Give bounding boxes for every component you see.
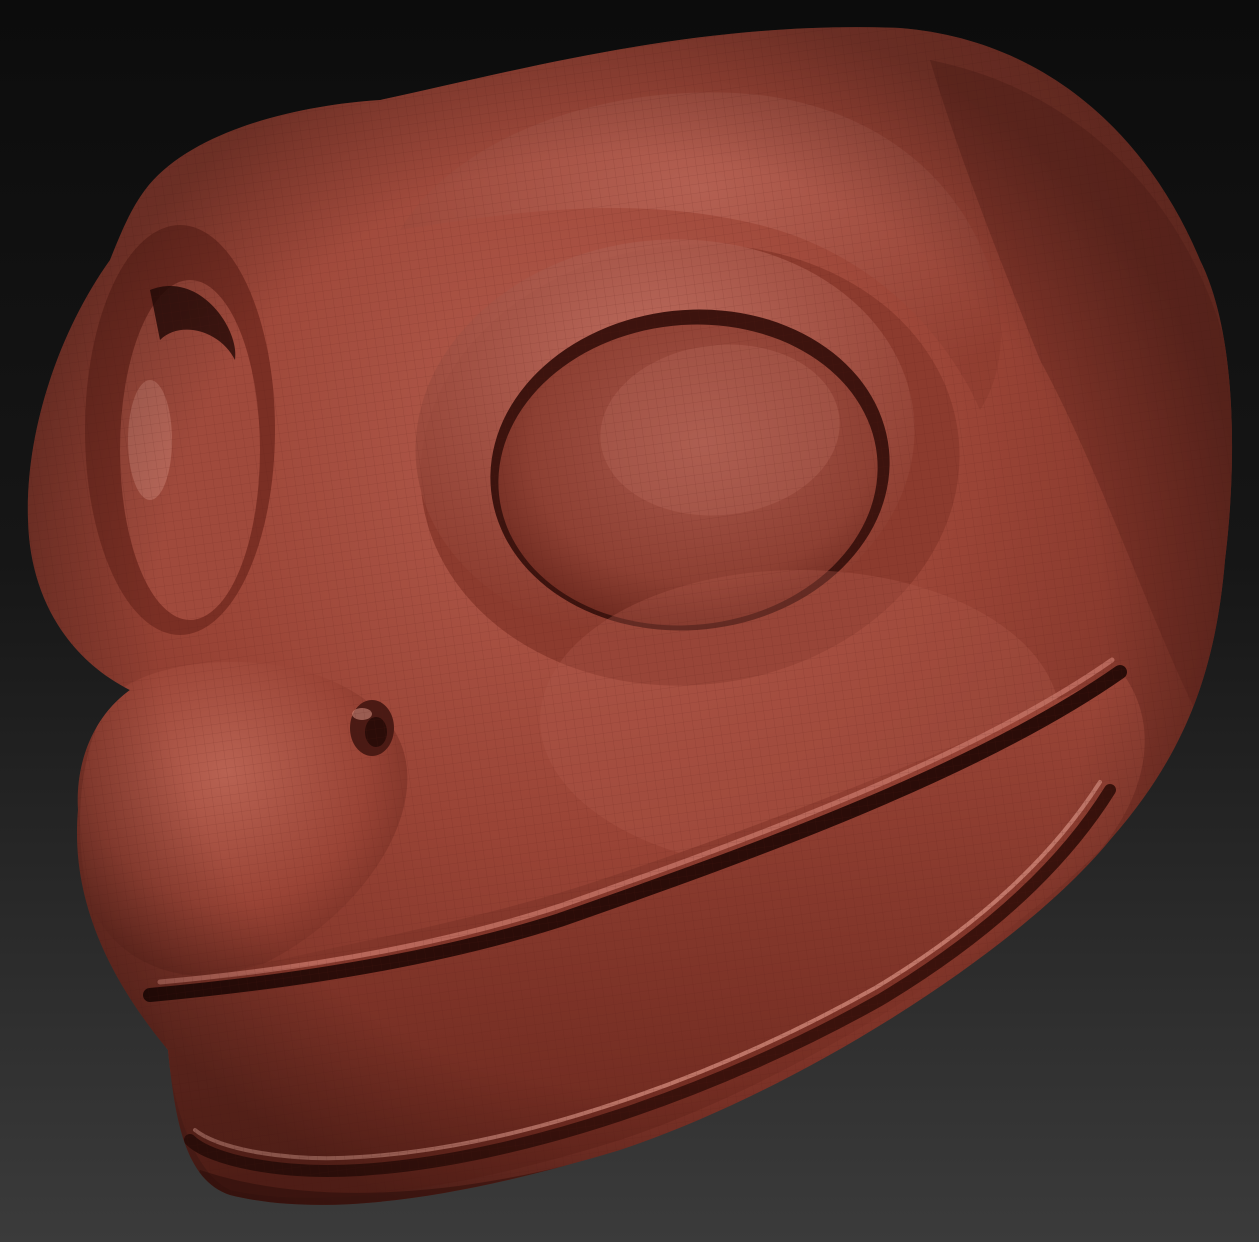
- sculpt-viewport[interactable]: [0, 0, 1259, 1242]
- viewport-canvas: [0, 0, 1259, 1242]
